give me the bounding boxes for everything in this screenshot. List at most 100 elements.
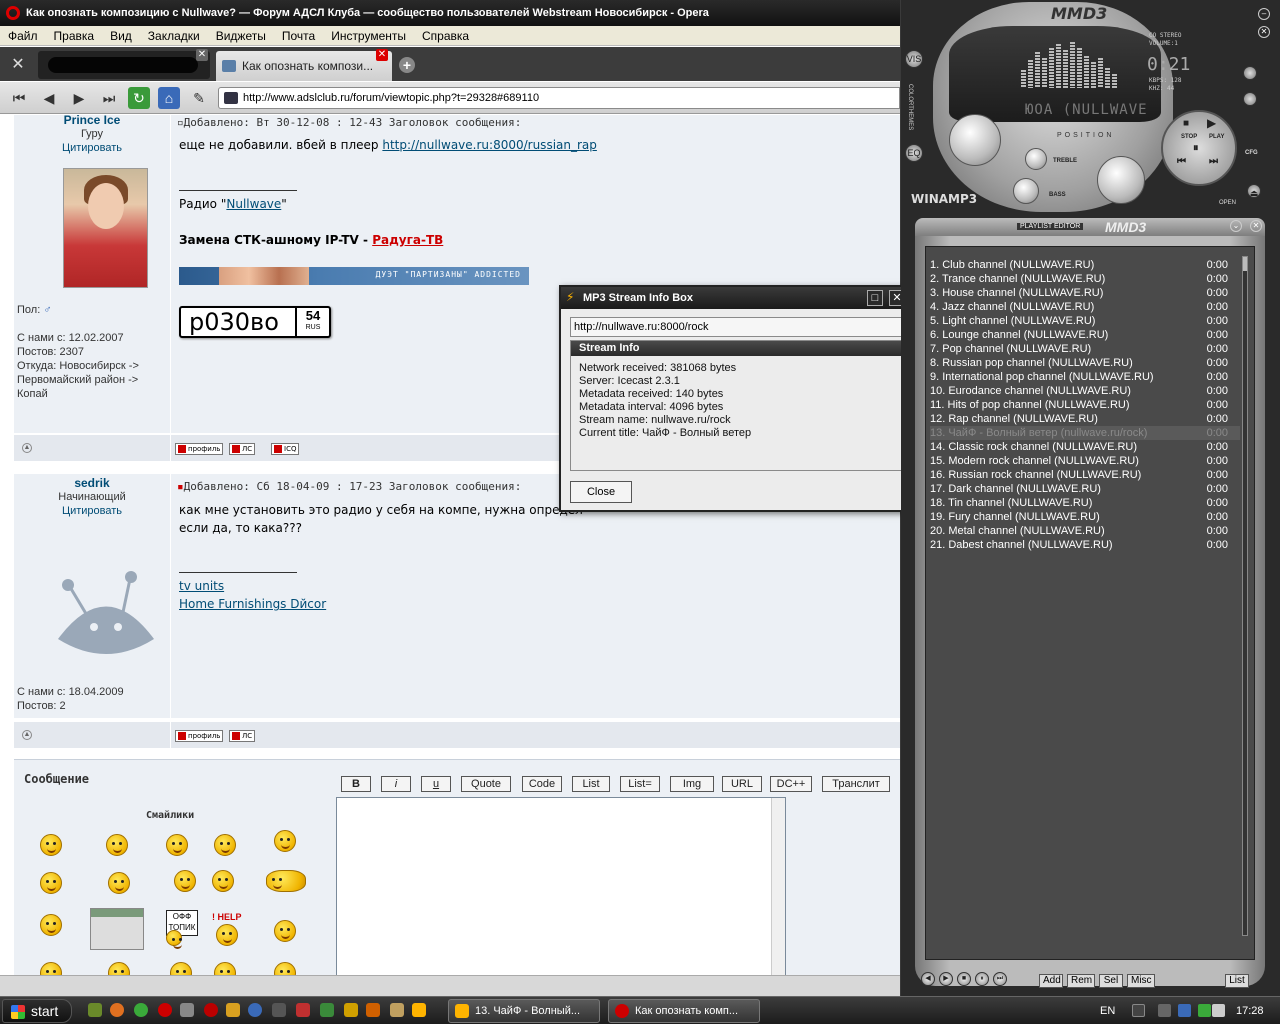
playlist-item[interactable]: 6. Lounge channel (NULLWAVE.RU) 0:00 xyxy=(930,328,1240,342)
menu-tools[interactable]: Инструменты xyxy=(323,26,414,46)
playlist-item[interactable]: 21. Dabest channel (NULLWAVE.RU) 0:00 xyxy=(930,538,1240,552)
quicklaunch-icon[interactable] xyxy=(366,1003,380,1017)
forward-icon[interactable]: ▶ xyxy=(68,87,90,109)
smiley-icon[interactable] xyxy=(212,870,234,892)
smiley-icon[interactable] xyxy=(170,962,192,975)
quicklaunch-icon[interactable] xyxy=(320,1003,334,1017)
window-title-bar[interactable]: Как опознать композицию с Nullwave? — Фо… xyxy=(0,0,900,26)
playlist-item[interactable]: 7. Pop channel (NULLWAVE.RU) 0:00 xyxy=(930,342,1240,356)
nullwave-link[interactable]: Nullwave xyxy=(226,197,281,211)
minimize-icon[interactable]: – xyxy=(1258,8,1270,20)
playlist-item[interactable]: 11. Hits of pop channel (NULLWAVE.RU) 0:0… xyxy=(930,398,1240,412)
tools-icon[interactable]: ✕ xyxy=(8,55,28,75)
quicklaunch-icon[interactable] xyxy=(88,1003,102,1017)
tv-units-link[interactable]: tv units xyxy=(179,579,224,593)
play-label[interactable]: PLAY xyxy=(1209,134,1224,140)
playlist-item[interactable]: 9. International pop channel (NULLWAVE.R… xyxy=(930,370,1240,384)
playlist-item[interactable]: 1. Club channel (NULLWAVE.RU) 0:00 xyxy=(930,258,1240,272)
open-label[interactable]: OPEN xyxy=(1219,200,1236,206)
smiley-icon[interactable] xyxy=(106,834,128,856)
fast-forward-icon[interactable]: ⏭ xyxy=(98,87,120,109)
quicklaunch-icon[interactable] xyxy=(344,1003,358,1017)
opera-icon[interactable] xyxy=(158,1003,172,1017)
next-icon[interactable]: ⏭ xyxy=(1209,156,1218,167)
stream-link[interactable]: http://nullwave.ru:8000/russian_rap xyxy=(382,138,597,152)
settings-icon[interactable] xyxy=(1243,66,1257,80)
stop-icon[interactable]: ■ xyxy=(957,972,971,986)
quicklaunch-icon[interactable] xyxy=(296,1003,310,1017)
volume-knob[interactable] xyxy=(1097,156,1145,204)
playlist-scrollbar[interactable] xyxy=(1242,256,1248,936)
close-tab-icon[interactable]: ✕ xyxy=(376,49,388,61)
previous-icon[interactable]: ◀ xyxy=(921,972,935,986)
remove-button[interactable]: Rem xyxy=(1067,974,1095,988)
playlist-item[interactable]: 3. House channel (NULLWAVE.RU) 0:00 xyxy=(930,286,1240,300)
post-author-name[interactable]: Prince Ice xyxy=(14,115,170,127)
pm-button[interactable]: ЛС xyxy=(229,443,256,455)
tray-icon[interactable] xyxy=(1198,1004,1211,1017)
quicklaunch-icon[interactable] xyxy=(272,1003,286,1017)
task-opera[interactable]: Как опознать комп... xyxy=(608,999,760,1023)
smiley-icon[interactable] xyxy=(166,834,188,856)
underline-button[interactable]: u xyxy=(421,776,451,792)
colorthemes-label[interactable]: COLORTHEMES xyxy=(907,84,913,130)
add-button[interactable]: Add xyxy=(1039,974,1063,988)
message-textarea[interactable] xyxy=(336,797,786,975)
pause-icon[interactable]: ⏸ xyxy=(1193,142,1199,155)
playlist-item[interactable]: 17. Dark channel (NULLWAVE.RU) 0:00 xyxy=(930,482,1240,496)
stop-label[interactable]: STOP xyxy=(1181,134,1197,140)
playlist-item[interactable]: 18. Tin channel (NULLWAVE.RU) 0:00 xyxy=(930,496,1240,510)
smiley-icon[interactable] xyxy=(108,962,130,975)
playlist-item[interactable]: 13. ЧайФ - Волный ветер (nullwave.ru/roc… xyxy=(930,426,1240,440)
maximize-icon[interactable]: □ xyxy=(867,290,883,306)
treble-knob[interactable] xyxy=(1025,148,1047,170)
playlist-button[interactable] xyxy=(949,114,1001,166)
eject-icon[interactable]: ⏏ xyxy=(1247,184,1261,198)
menu-bookmarks[interactable]: Закладки xyxy=(140,26,208,46)
smiley-icon[interactable] xyxy=(40,872,62,894)
home-icon[interactable]: ⌂ xyxy=(158,87,180,109)
post-author-name[interactable]: sedrik xyxy=(14,476,170,490)
url-button[interactable]: URL xyxy=(722,776,762,792)
playlist-item[interactable]: 15. Modern rock channel (NULLWAVE.RU) 0:0… xyxy=(930,454,1240,468)
img-button[interactable]: Img xyxy=(670,776,714,792)
smiley-icon[interactable] xyxy=(174,870,196,892)
options-icon[interactable] xyxy=(1243,92,1257,106)
playlist-item[interactable]: 8. Russian pop channel (NULLWAVE.RU) 0:00 xyxy=(930,356,1240,370)
new-tab-icon[interactable]: + xyxy=(399,57,415,73)
dcpp-button[interactable]: DC++ xyxy=(770,776,812,792)
quicklaunch-icon[interactable] xyxy=(226,1003,240,1017)
playlist-header[interactable]: PLAYLIST EDITOR MMD3 xyxy=(915,218,1265,238)
quicklaunch-icon[interactable] xyxy=(180,1003,194,1017)
stop-icon[interactable]: ■ xyxy=(1183,118,1189,129)
smiley-icon[interactable] xyxy=(214,962,236,975)
playlist-item[interactable]: 2. Trance channel (NULLWAVE.RU) 0:00 xyxy=(930,272,1240,286)
select-button[interactable]: Sel xyxy=(1099,974,1123,988)
close-icon[interactable]: ✕ xyxy=(196,49,208,61)
textarea-scrollbar[interactable] xyxy=(771,798,785,975)
menu-help[interactable]: Справка xyxy=(414,26,477,46)
scroll-up-icon[interactable]: ▲ xyxy=(22,443,32,453)
elapsed-time[interactable]: 0:21 xyxy=(1147,54,1190,75)
quote-link[interactable]: Цитировать xyxy=(14,142,170,154)
quicklaunch-icon[interactable] xyxy=(390,1003,404,1017)
close-icon[interactable]: ✕ xyxy=(1250,220,1262,232)
raduga-tv-link[interactable]: Радуга-ТВ xyxy=(372,233,443,247)
bass-knob[interactable] xyxy=(1013,178,1039,204)
playlist-item[interactable]: 12. Rap channel (NULLWAVE.RU) 0:00 xyxy=(930,412,1240,426)
tab-hidden[interactable] xyxy=(38,51,210,79)
smiley-icon[interactable] xyxy=(40,962,62,975)
reload-icon[interactable]: ↻ xyxy=(128,87,150,109)
tab-active[interactable]: Как опознать компози... xyxy=(216,51,392,81)
misc-button[interactable]: Misc xyxy=(1127,974,1155,988)
playlist-item[interactable]: 4. Jazz channel (NULLWAVE.RU) 0:00 xyxy=(930,300,1240,314)
clock[interactable]: 17:28 xyxy=(1236,997,1264,1024)
start-button[interactable]: start xyxy=(2,999,72,1023)
computer-desk-smiley-icon[interactable] xyxy=(90,908,144,950)
list-button[interactable]: List xyxy=(572,776,610,792)
profile-button[interactable]: профиль xyxy=(175,443,224,455)
menu-mail[interactable]: Почта xyxy=(274,26,323,46)
url-input[interactable]: http://www.adslclub.ru/forum/viewtopic.p… xyxy=(218,87,900,109)
smiley-icon[interactable] xyxy=(166,930,182,949)
pm-button[interactable]: ЛС xyxy=(229,730,256,742)
